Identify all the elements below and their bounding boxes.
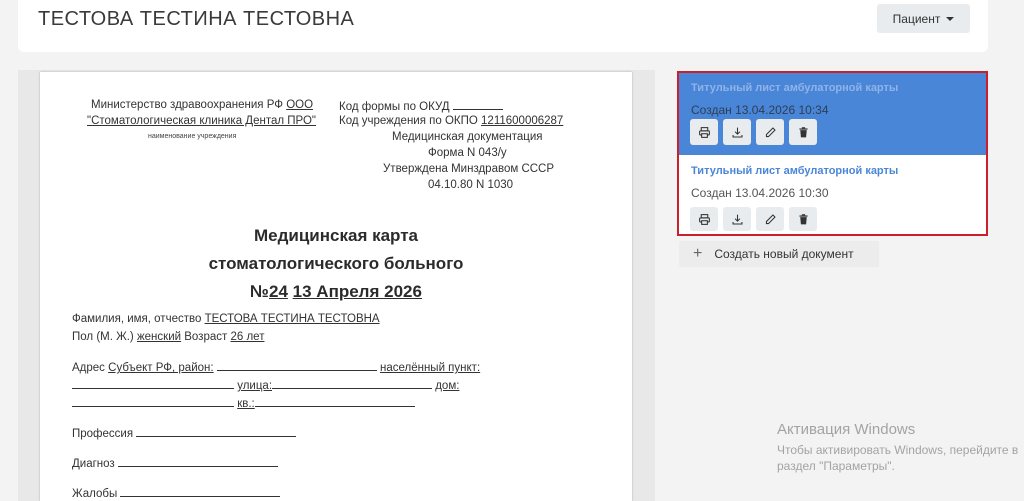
document-actions [690,207,817,231]
okud-line: Код формы по ОКУД [339,98,503,114]
house-label: дом: [435,380,460,392]
windows-activation-text: Чтобы активировать Windows, перейдите в … [777,442,1018,474]
diagnosis-blank [117,455,278,467]
delete-icon [798,126,808,137]
age-label: Возраст [184,331,228,343]
age-value: 26 лет [230,331,265,343]
okpo-value: 1211600006287 [481,115,564,127]
page-header: ТЕСТОВА ТЕСТИНА ТЕСТОВНА Пациент [18,0,988,52]
complaints-line: Жалобы [72,485,281,501]
print-button[interactable] [690,119,718,145]
create-document-button[interactable]: + Создать новый документ [679,241,879,267]
fio-value: ТЕСТОВА ТЕСТИНА ТЕСТОВНА [204,313,380,325]
download-button[interactable] [723,119,751,145]
edit-button[interactable] [756,207,784,231]
card-date: 13 Апреля 2026 [292,282,422,301]
form-number: Форма N 043/у [428,147,507,159]
house-blank [72,395,234,407]
document-item[interactable]: Титульный лист амбулаторной карты Создан… [679,155,986,234]
document-actions [690,119,817,145]
org-caption: наименование учреждения [148,133,237,140]
street-label: улица: [237,380,273,392]
sex-age-line: Пол (М. Ж.) женский Возраст 26 лет [72,330,264,344]
document-item-active[interactable]: Титульный лист амбулаторной карты Создан… [679,73,986,155]
number-prefix: № [250,282,269,301]
caret-down-icon [946,16,955,21]
windows-activation-line1: Чтобы активировать Windows, перейдите в [777,443,1019,457]
org-prefix: ООО [286,99,314,111]
okud-blank [452,98,503,110]
complaints-blank [120,485,281,497]
windows-activation-line2: раздел "Параметры". [777,459,895,473]
edit-icon [765,213,776,224]
create-document-label: Создать новый документ [714,247,854,261]
edit-button[interactable] [756,119,784,145]
download-icon [732,214,742,224]
patient-button-label: Пациент [892,11,941,26]
patient-name-title: ТЕСТОВА ТЕСТИНА ТЕСТОВНА [38,8,355,30]
download-button[interactable] [723,207,751,231]
card-title-line1: Медицинская карта [254,226,418,245]
apt-blank [254,395,415,407]
region-label: Субъект РФ, район: [108,362,214,374]
locality-label: населённый пункт: [379,362,481,374]
documents-list: Титульный лист амбулаторной карты Создан… [677,71,988,236]
delete-button[interactable] [789,119,817,145]
delete-button[interactable] [789,207,817,231]
edit-icon [765,126,776,137]
plus-icon: + [693,245,703,262]
apartment-line: кв.: [72,395,415,411]
card-number: 24 [269,282,288,301]
region-blank [216,359,377,371]
profession-line: Профессия [72,425,297,441]
card-number-line: №24 13 Апреля 2026 [40,282,632,302]
okud-label: Код формы по ОКУД [339,101,450,113]
print-icon [698,213,710,225]
profession-blank [136,425,297,437]
diagnosis-label: Диагноз [72,458,115,470]
okpo-line: Код учреждения по ОКПО 1211600006287 [339,114,563,128]
profession-label: Профессия [72,428,134,440]
diagnosis-line: Диагноз [72,455,278,471]
apt-label: кв.: [237,398,255,410]
ministry-text: Министерство здравоохранения РФ [91,99,283,111]
approved-line: Утверждена Минздравом СССР [383,163,555,175]
sex-label: Пол (М. Ж.) [72,331,134,343]
approved-date: 04.10.80 N 1030 [428,179,514,191]
document-preview-panel[interactable]: Министерство здравоохранения РФ ООО "Сто… [18,70,655,501]
download-icon [732,127,742,137]
org-name: "Стоматологическая клиника Дентал ПРО" [87,115,316,127]
document-created: Создан 13.04.2026 10:34 [691,103,829,117]
document-name: Титульный лист амбулаторной карты [691,165,899,177]
address-line: Адрес Субъект РФ, район: населённый пунк… [72,359,480,375]
fio-line: Фамилия, имя, отчество ТЕСТОВА ТЕСТИНА Т… [72,312,380,326]
windows-activation-title: Активация Windows [777,421,916,438]
street-blank [272,377,433,389]
complaints-label: Жалобы [72,488,118,500]
delete-icon [798,213,808,224]
print-button[interactable] [690,207,718,231]
address-label: Адрес [72,362,105,374]
okpo-label: Код учреждения по ОКПО [339,115,478,127]
document-created: Создан 13.04.2026 10:30 [691,186,829,200]
patient-menu-button[interactable]: Пациент [877,4,970,33]
print-icon [698,126,710,138]
document-page: Министерство здравоохранения РФ ООО "Сто… [40,72,632,501]
sex-value: женский [136,331,182,343]
locality-blank [72,377,234,389]
ministry-line: Министерство здравоохранения РФ ООО [91,98,313,112]
fio-label: Фамилия, имя, отчество [72,313,202,325]
card-title-line2: стоматологического больного [208,254,464,273]
med-doc-line: Медицинская документация [392,131,543,143]
document-name: Титульный лист амбулаторной карты [691,82,899,94]
street-line: улица: дом: [72,377,459,393]
